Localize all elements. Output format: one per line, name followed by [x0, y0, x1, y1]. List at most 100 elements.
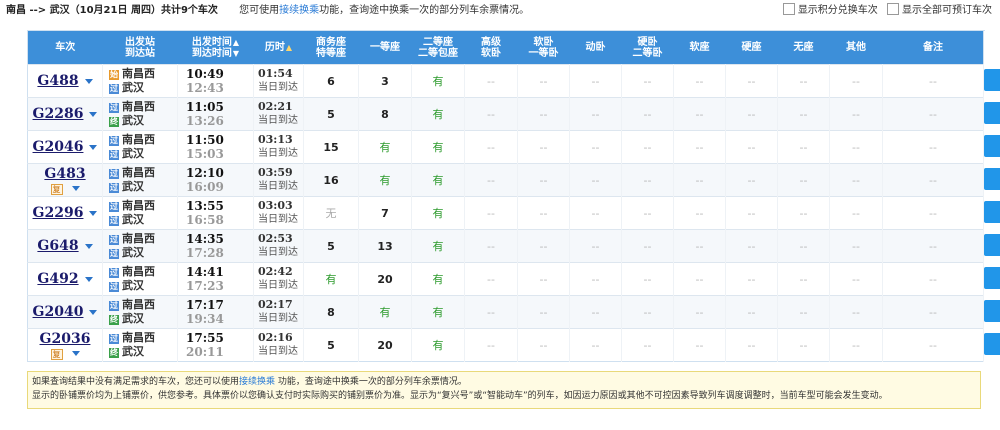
seat-cell-empty: -- — [621, 130, 674, 164]
first-class-cell[interactable]: 20 — [358, 262, 412, 296]
sort-duration-icon[interactable]: ▲ — [286, 43, 292, 52]
chevron-down-icon[interactable] — [89, 211, 98, 216]
business-seat-cell[interactable]: 5 — [303, 229, 359, 263]
train-number-link[interactable]: G2040 — [33, 304, 84, 320]
points-checkbox[interactable] — [782, 3, 795, 15]
station-end-icon: 终 — [109, 117, 119, 127]
sort-asc-icon[interactable]: ▲ — [233, 38, 239, 47]
book-button[interactable]: 预订免 — [984, 299, 1000, 322]
chevron-down-icon[interactable] — [71, 350, 80, 356]
train-number-link[interactable]: G2296 — [33, 205, 84, 221]
second-class-cell[interactable]: 有 — [411, 262, 465, 296]
seat-cell-empty: -- — [464, 163, 518, 197]
stations-cell: 始南昌西过武汉 — [102, 64, 178, 98]
from-station: 南昌西 — [122, 166, 155, 179]
book-button[interactable]: 预订免 — [984, 167, 1000, 190]
book-button[interactable]: 预订免 — [984, 266, 1000, 289]
second-class-cell[interactable]: 有 — [411, 196, 465, 230]
second-class-cell[interactable]: 有 — [411, 295, 465, 329]
second-class-cell[interactable]: 有 — [411, 229, 465, 263]
business-seat-cell[interactable]: 有 — [303, 262, 359, 296]
seat-cell-empty: -- — [464, 130, 518, 164]
transfer-link[interactable]: 接续换乘 — [279, 5, 319, 16]
chevron-down-icon[interactable] — [84, 277, 93, 282]
station-pass-icon: 过 — [109, 150, 119, 160]
chevron-down-icon[interactable] — [84, 79, 93, 84]
train-number-link[interactable]: G2286 — [33, 106, 84, 122]
first-class-cell[interactable]: 有 — [358, 295, 412, 329]
col-times[interactable]: 出发时间▲ 到达时间▼ — [177, 30, 254, 65]
train-number-link[interactable]: G2036 — [40, 331, 91, 347]
business-seat-cell[interactable]: 8 — [303, 295, 359, 329]
station-pass-icon: 过 — [109, 249, 119, 259]
chevron-down-icon[interactable] — [89, 112, 98, 117]
first-class-cell[interactable]: 20 — [358, 328, 412, 362]
all-bookable-checkbox[interactable] — [887, 3, 899, 15]
train-number-link[interactable]: G492 — [37, 271, 78, 287]
arrival-day: 当日到达 — [258, 115, 298, 126]
first-class-cell[interactable]: 13 — [358, 229, 412, 263]
table-row: G2036 复过南昌西终武汉 17:55 20:11 02:16 当日到达 5 20 有 -- --… — [27, 328, 1000, 362]
times-cell: 13:55 16:58 — [177, 196, 254, 230]
business-seat-cell[interactable]: 15 — [303, 130, 359, 164]
seat-cell-empty: -- — [569, 64, 622, 98]
business-seat-cell[interactable]: 6 — [303, 64, 359, 98]
second-class-cell[interactable]: 有 — [411, 130, 465, 164]
table-row: G2046 过南昌西过武汉 11:50 15:03 03:13 当日到达 15 有有 -- -- -… — [27, 130, 1000, 164]
table-row: G2040 过南昌西终武汉 17:17 19:34 02:17 当日到达 8 有有 -- -- --… — [27, 295, 1000, 329]
first-class-cell[interactable]: 7 — [358, 196, 412, 230]
book-button[interactable]: 预订免 — [984, 101, 1000, 124]
train-number-link[interactable]: G488 — [37, 73, 78, 89]
times-cell: 11:50 15:03 — [177, 130, 254, 164]
second-class-cell[interactable]: 有 — [411, 64, 465, 98]
to-station: 武汉 — [122, 345, 144, 358]
business-seat-cell[interactable]: 5 — [303, 97, 359, 131]
business-seat-cell[interactable]: 无 — [303, 196, 359, 230]
first-class-cell[interactable]: 有 — [358, 130, 412, 164]
chevron-down-icon[interactable] — [71, 185, 80, 191]
seat-cell-empty: -- — [621, 163, 674, 197]
chevron-down-icon[interactable] — [89, 145, 98, 150]
seat-cell-empty: -- — [829, 130, 883, 164]
duration: 02:53 — [258, 232, 293, 245]
seat-cell-empty: -- — [829, 229, 883, 263]
seat-cell-empty: -- — [777, 328, 830, 362]
seat-cell-empty: -- — [464, 196, 518, 230]
book-button[interactable]: 预订免 — [984, 233, 1000, 256]
book-button[interactable]: 预订免 — [984, 200, 1000, 223]
book-button[interactable]: 预订免 — [984, 134, 1000, 157]
to-station: 武汉 — [122, 114, 144, 127]
station-end-icon: 终 — [109, 315, 119, 325]
chevron-down-icon[interactable] — [89, 310, 98, 315]
transfer-hint: 您可使用接续换乘功能，查询途中换乘一次的部分列车余票情况。 — [239, 5, 530, 16]
to-station: 武汉 — [122, 81, 144, 94]
book-button[interactable]: 预订免 — [984, 332, 1000, 355]
first-class-cell[interactable]: 8 — [358, 97, 412, 131]
col-note: 备注 — [882, 30, 984, 65]
col-wuzuo: 无座 — [777, 30, 830, 65]
second-class-cell[interactable]: 有 — [411, 97, 465, 131]
book-button[interactable]: 预订免 — [984, 68, 1000, 91]
departure-time: 14:35 — [186, 232, 224, 246]
chevron-down-icon[interactable] — [84, 244, 93, 249]
business-seat-cell[interactable]: 16 — [303, 163, 359, 197]
col-yingwo: 硬卧 二等卧 — [621, 30, 674, 65]
second-class-cell[interactable]: 有 — [411, 328, 465, 362]
duration: 03:59 — [258, 166, 293, 179]
train-number-link[interactable]: G648 — [37, 238, 78, 254]
col-first: 一等座 — [358, 30, 412, 65]
from-station: 南昌西 — [122, 199, 155, 212]
station-pass-icon: 过 — [109, 235, 119, 245]
first-class-cell[interactable]: 有 — [358, 163, 412, 197]
train-number-link[interactable]: G2046 — [33, 139, 84, 155]
sort-desc-icon[interactable]: ▼ — [233, 49, 239, 58]
business-seat-cell[interactable]: 5 — [303, 328, 359, 362]
first-class-cell[interactable]: 3 — [358, 64, 412, 98]
col-duration[interactable]: 历时▲ — [253, 30, 304, 65]
second-class-cell[interactable]: 有 — [411, 163, 465, 197]
train-number-link[interactable]: G483 — [44, 166, 85, 182]
station-pass-icon: 过 — [109, 202, 119, 212]
notice-transfer-link[interactable]: 接续换乘 — [239, 377, 275, 387]
col-yingzuo: 硬座 — [725, 30, 778, 65]
seat-cell-empty: -- — [517, 64, 570, 98]
